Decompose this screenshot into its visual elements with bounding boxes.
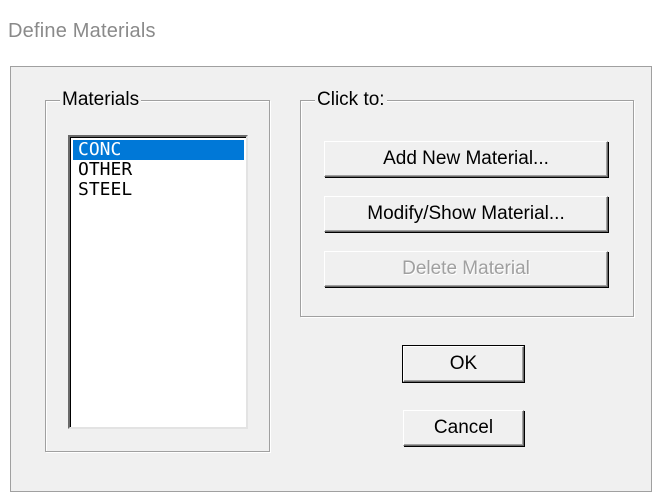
cancel-label: Cancel <box>433 417 494 438</box>
materials-group-label: Materials <box>60 89 142 111</box>
list-item-other[interactable]: OTHER <box>73 160 244 180</box>
list-item-steel[interactable]: STEEL <box>73 180 244 200</box>
add-new-material-button[interactable]: Add New Material... <box>324 141 608 177</box>
ok-button[interactable]: OK <box>402 345 525 383</box>
window-title: Define Materials <box>8 20 156 42</box>
delete-material-button[interactable]: Delete Material <box>324 251 608 287</box>
actions-group-label: Click to: <box>315 89 387 111</box>
ok-label: OK <box>449 353 478 374</box>
modify-show-material-label: Modify/Show Material... <box>367 203 565 224</box>
list-item-conc[interactable]: CONC <box>73 140 244 160</box>
cancel-button[interactable]: Cancel <box>403 410 524 446</box>
delete-material-label: Delete Material <box>402 258 530 279</box>
modify-show-material-button[interactable]: Modify/Show Material... <box>324 196 608 232</box>
add-new-material-label: Add New Material... <box>383 148 549 169</box>
title-bar[interactable]: Define Materials <box>0 0 661 64</box>
materials-listbox[interactable]: CONC OTHER STEEL <box>68 135 248 429</box>
